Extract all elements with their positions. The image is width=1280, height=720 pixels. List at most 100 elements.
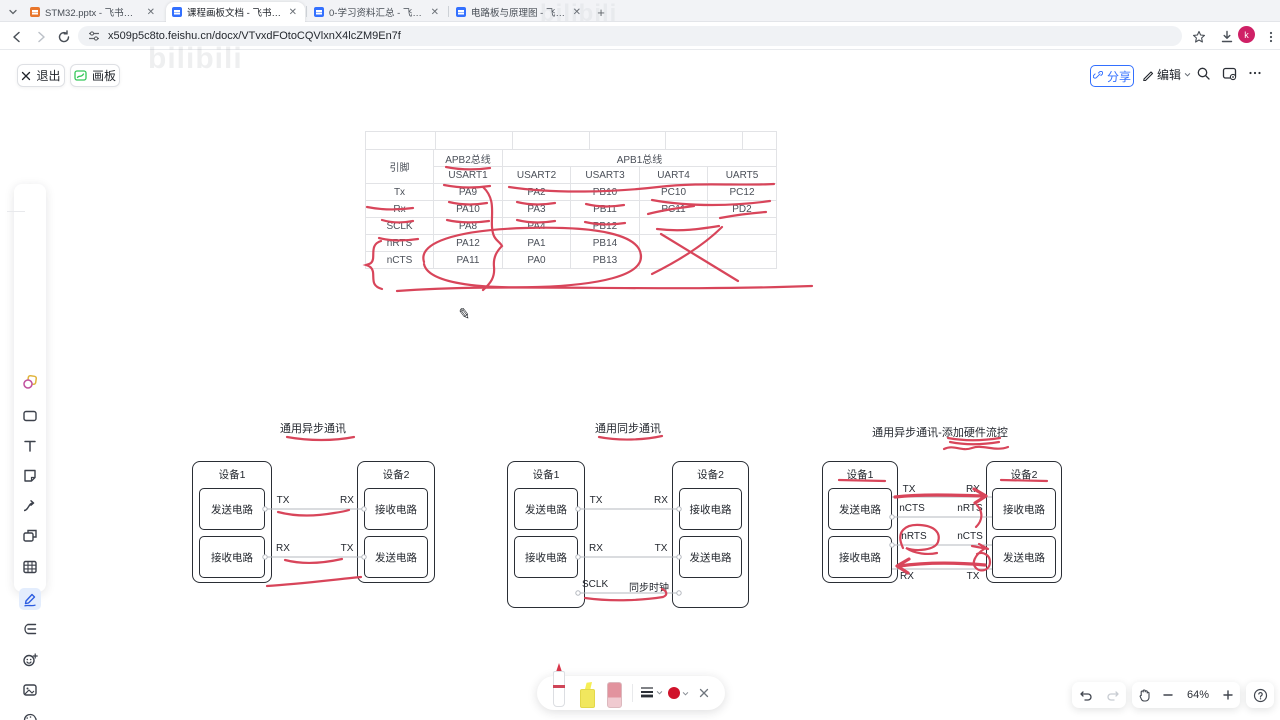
diagram2-dev1-rx-box[interactable]: 接收电路 xyxy=(514,536,578,578)
edit-mode-button[interactable]: 编辑 xyxy=(1142,66,1191,83)
table-row: Tx PA9 PA2 PB10 PC10 PC12 xyxy=(365,183,777,201)
tab-search-icon[interactable] xyxy=(4,3,22,21)
profile-avatar[interactable]: k xyxy=(1238,26,1255,43)
line-label: nCTS xyxy=(899,503,925,514)
thickness-icon xyxy=(641,687,653,698)
more-menu-button[interactable] xyxy=(1248,66,1262,80)
pencil-icon xyxy=(1143,70,1154,81)
connector-tool-icon[interactable] xyxy=(19,495,41,517)
browser-menu-icon[interactable] xyxy=(1262,28,1280,46)
doc-favicon-icon xyxy=(172,7,182,17)
diagram3-dev2-rx-box[interactable]: 接收电路 xyxy=(992,488,1056,530)
box-label: 发送电路 xyxy=(1003,551,1045,564)
line-label: RX xyxy=(900,571,914,582)
link-icon xyxy=(1092,71,1103,79)
tab-title: STM32.pptx - 飞书云文档 xyxy=(45,8,140,19)
diagram1-dev1-tx-box[interactable]: 发送电路 xyxy=(199,488,265,530)
frame-tool-icon[interactable] xyxy=(19,525,41,547)
table-cell[interactable]: USART3 xyxy=(570,166,640,184)
reload-icon[interactable] xyxy=(55,28,73,46)
share-label: 分享 xyxy=(1106,69,1131,84)
diagram3-dev2-tx-box[interactable]: 发送电路 xyxy=(992,536,1056,578)
diagram2-device2-box[interactable] xyxy=(672,461,749,608)
table-cell[interactable]: USART2 xyxy=(502,166,571,184)
box-label: 发送电路 xyxy=(211,503,253,516)
box-label: 发送电路 xyxy=(839,503,881,516)
mindmap-tool-icon[interactable] xyxy=(19,618,41,640)
pen-color-button[interactable] xyxy=(668,687,689,699)
zoom-in-button[interactable] xyxy=(1218,685,1238,705)
shape-tool-icon[interactable] xyxy=(19,405,41,427)
line-label: nCTS xyxy=(957,531,983,542)
forward-icon[interactable] xyxy=(32,28,50,46)
eraser-tool[interactable] xyxy=(607,682,622,708)
site-settings-icon[interactable] xyxy=(88,30,100,42)
stroke-thickness-button[interactable] xyxy=(640,686,663,698)
search-button[interactable] xyxy=(1196,66,1211,81)
exit-label: 退出 xyxy=(36,69,61,83)
tab-study-doc[interactable]: 0-学习资料汇总 - 飞书云文档 ✕ xyxy=(308,2,447,22)
usart-pin-table[interactable]: 引脚 APB2总线 APB1总线 USART1 USART2 USART3 UA… xyxy=(365,149,777,269)
box-label: 接收电路 xyxy=(211,551,253,564)
diagram3-dev1-rx-box[interactable]: 接收电路 xyxy=(828,536,892,578)
bookmark-star-icon[interactable] xyxy=(1190,28,1208,46)
box-label: 接收电路 xyxy=(375,503,417,516)
table-cell[interactable]: APB1总线 xyxy=(502,149,777,167)
templates-icon[interactable] xyxy=(19,371,41,393)
diagram3-dev1-tx-box[interactable]: 发送电路 xyxy=(828,488,892,530)
tab-board-doc[interactable]: 课程画板文档 - 飞书云文档 ✕ xyxy=(166,2,305,22)
table-tool-icon[interactable] xyxy=(19,556,41,578)
tab-stm32-pptx[interactable]: STM32.pptx - 飞书云文档 ✕ xyxy=(24,2,163,22)
tab-close-icon[interactable]: ✕ xyxy=(145,7,157,18)
address-bar[interactable]: x509p5c8to.feishu.cn/docx/VTvxdFOtoCQVlx… xyxy=(78,26,1182,46)
pen-tool-icon[interactable] xyxy=(19,588,41,610)
board-label: 画板 xyxy=(91,69,116,83)
table-cell[interactable]: 引脚 xyxy=(365,149,434,184)
tab-close-icon[interactable]: ✕ xyxy=(429,7,441,18)
diagram2-title: 通用同步通讯 xyxy=(595,423,661,435)
diagram2-dev2-rx-box[interactable]: 接收电路 xyxy=(679,488,742,530)
table-cell[interactable]: UART5 xyxy=(707,166,777,184)
theme-palette-icon[interactable] xyxy=(19,709,41,720)
table-empty-row[interactable] xyxy=(365,131,777,150)
emoji-tool-icon[interactable] xyxy=(19,649,41,671)
sticky-note-icon[interactable] xyxy=(19,465,41,487)
zoom-level[interactable]: 64% xyxy=(1182,689,1214,701)
pan-hand-icon[interactable] xyxy=(1134,685,1154,705)
download-icon[interactable] xyxy=(1218,28,1236,46)
url-text[interactable]: x509p5c8to.feishu.cn/docx/VTvxdFOtoCQVlx… xyxy=(108,30,401,42)
box-label: 接收电路 xyxy=(689,503,732,516)
more-dots-icon xyxy=(1249,71,1261,75)
diagram1-dev2-rx-box[interactable]: 接收电路 xyxy=(364,488,428,530)
table-cell[interactable]: USART1 xyxy=(433,166,503,184)
undo-icon[interactable] xyxy=(1076,685,1096,705)
highlighter-tool[interactable] xyxy=(580,682,595,708)
diagram1-dev2-tx-box[interactable]: 发送电路 xyxy=(364,536,428,578)
close-icon xyxy=(699,688,709,698)
tab-close-icon[interactable]: ✕ xyxy=(287,7,299,18)
image-tool-icon[interactable] xyxy=(19,679,41,701)
close-icon xyxy=(22,71,31,80)
diagram2-device1-box[interactable] xyxy=(507,461,585,608)
back-icon[interactable] xyxy=(8,28,26,46)
table-cell[interactable]: UART4 xyxy=(639,166,708,184)
diagram1-dev1-rx-box[interactable]: 接收电路 xyxy=(199,536,265,578)
diagram2-dev2-tx-box[interactable]: 发送电路 xyxy=(679,536,742,578)
share-button[interactable]: 分享 xyxy=(1090,65,1134,87)
close-tray-button[interactable] xyxy=(697,686,711,700)
exit-board-button[interactable]: 退出 xyxy=(17,64,65,87)
doc-favicon-icon xyxy=(314,7,324,17)
help-icon[interactable] xyxy=(1250,685,1270,705)
diagram2-dev1-tx-box[interactable]: 发送电路 xyxy=(514,488,578,530)
red-marker-tool[interactable] xyxy=(552,663,566,707)
table-cell[interactable]: APB2总线 xyxy=(433,149,503,167)
doc-favicon-icon xyxy=(456,7,466,17)
text-tool-icon[interactable] xyxy=(19,435,41,457)
presentation-button[interactable] xyxy=(1222,66,1237,81)
zoom-out-button[interactable] xyxy=(1158,685,1178,705)
tab-title: 课程画板文档 - 飞书云文档 xyxy=(187,8,282,19)
help-pill xyxy=(1246,682,1274,708)
board-button[interactable]: 画板 xyxy=(70,64,120,87)
device-label: 设备2 xyxy=(1010,469,1038,481)
redo-icon[interactable] xyxy=(1103,685,1123,705)
